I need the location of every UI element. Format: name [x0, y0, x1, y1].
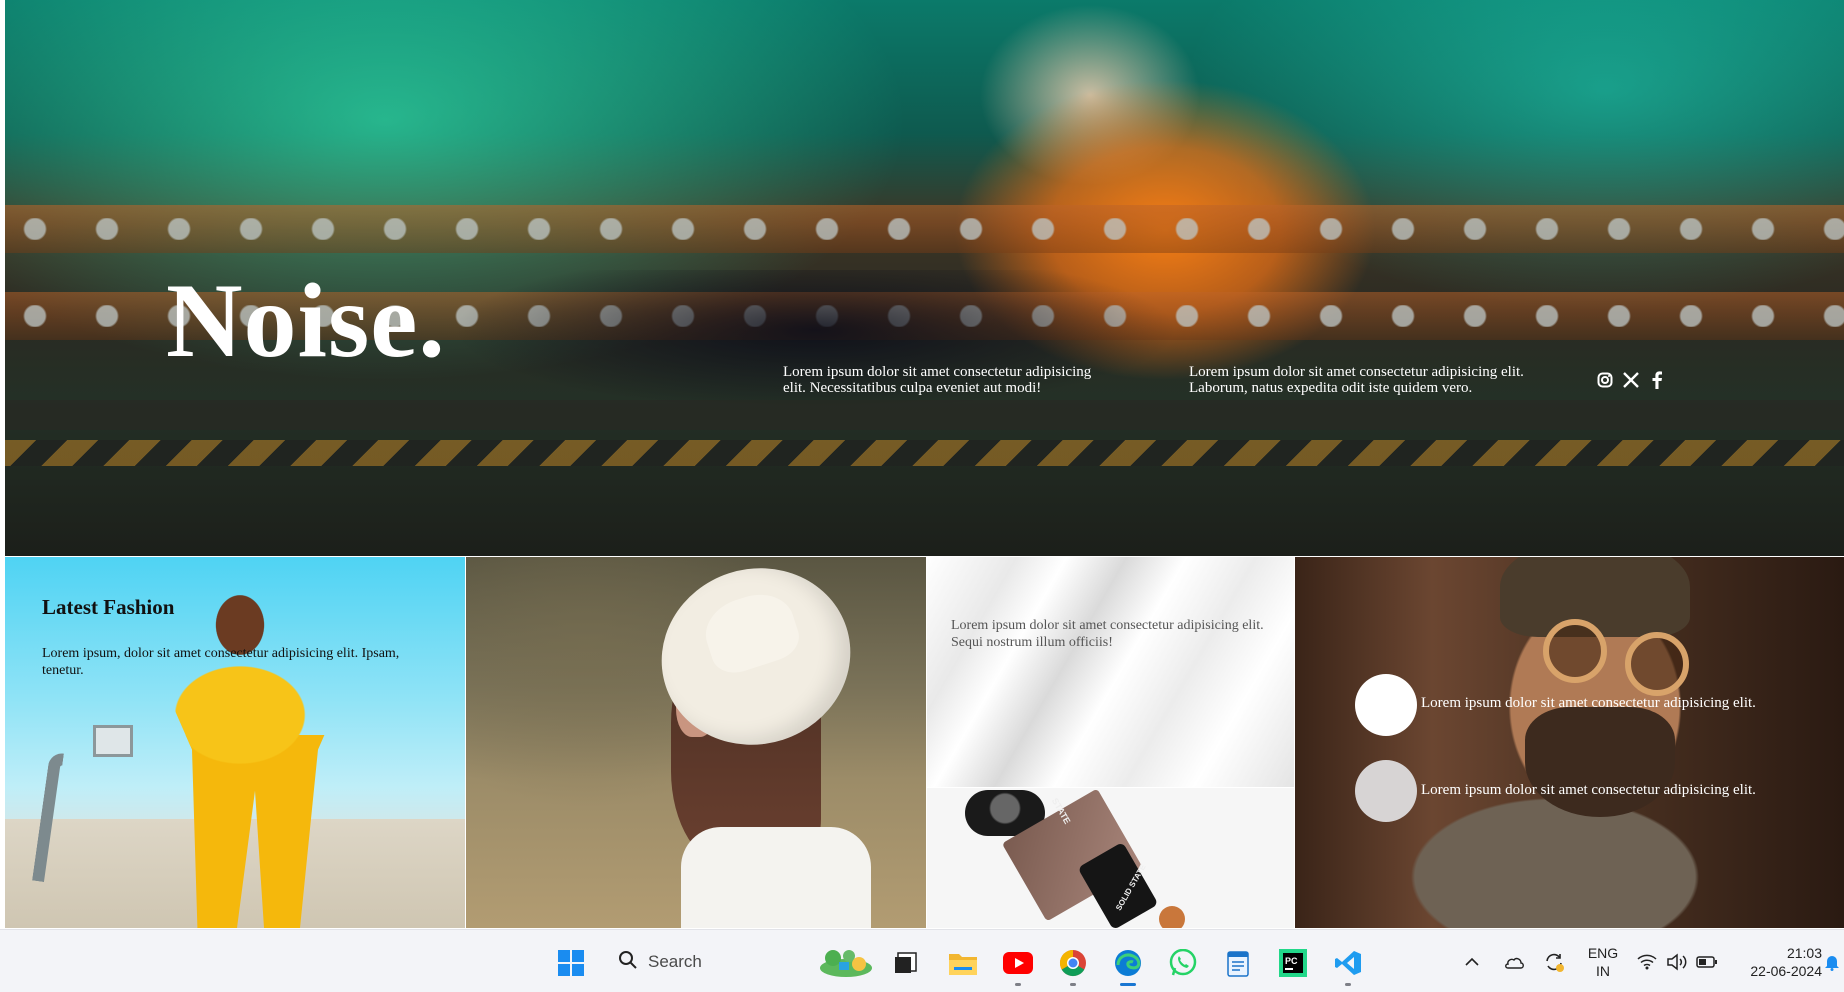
hero-bg-band: [5, 400, 1844, 430]
task-view-icon[interactable]: [891, 948, 921, 978]
file-explorer-icon[interactable]: [948, 948, 978, 978]
app-running-indicator: [1345, 983, 1351, 986]
feature-circle[interactable]: [1355, 674, 1417, 736]
product-tile[interactable]: STATE SOLID STATE: [927, 788, 1294, 928]
youtube-icon[interactable]: [1003, 948, 1033, 986]
fashion-tile[interactable]: Latest Fashion Lorem ipsum, dolor sit am…: [5, 557, 465, 928]
region-code: IN: [1596, 963, 1610, 979]
silk-tile[interactable]: Lorem ipsum dolor sit amet consectetur a…: [927, 557, 1294, 787]
facebook-icon[interactable]: [1647, 370, 1667, 390]
clock-time: 21:03: [1786, 945, 1822, 961]
pycharm-icon[interactable]: PC: [1278, 948, 1308, 978]
fashion-title: Latest Fashion: [42, 595, 175, 619]
app-active-indicator: [1120, 983, 1136, 986]
hero-bg-stripes: [5, 440, 1844, 466]
hat-woman-tile[interactable]: [466, 557, 926, 928]
sunglasses-man-tile[interactable]: Lorem ipsum dolor sit amet consectetur a…: [1295, 557, 1844, 928]
x-icon[interactable]: [1621, 370, 1641, 390]
clock-date: 22-06-2024: [1750, 963, 1822, 979]
feature-circle[interactable]: [1355, 760, 1417, 822]
widgets-icon[interactable]: [818, 948, 874, 978]
hero-text-1: Lorem ipsum dolor sit amet consectetur a…: [783, 364, 1092, 396]
wifi-icon[interactable]: [1634, 930, 1660, 992]
notification-bell-icon[interactable]: [1822, 930, 1842, 992]
svg-text:PC: PC: [1285, 956, 1298, 966]
white-shirt: [681, 827, 871, 928]
app-running-indicator: [1070, 983, 1076, 986]
language-code: ENG: [1587, 945, 1619, 961]
beanie-image: [1500, 557, 1690, 637]
brand-logo[interactable]: Noise.: [166, 268, 446, 374]
notepad-icon[interactable]: [1223, 948, 1253, 978]
app-running-indicator: [1015, 983, 1021, 986]
social-links: [1595, 370, 1667, 390]
feature-text-1: Lorem ipsum dolor sit amet consectetur a…: [1421, 695, 1756, 711]
whatsapp-icon[interactable]: [1168, 948, 1198, 978]
watch-image: [1159, 906, 1185, 928]
beard: [1525, 707, 1675, 817]
search-placeholder: Search: [648, 952, 702, 971]
hero-text-2: Lorem ipsum dolor sit amet consectetur a…: [1189, 364, 1524, 396]
hero-bg-lights: [5, 218, 1844, 240]
sunglasses-left-lens: [1543, 619, 1607, 683]
chevron-up-icon[interactable]: [1460, 930, 1484, 992]
fashion-text: Lorem ipsum, dolor sit amet consectetur …: [42, 646, 400, 678]
windows-start-icon[interactable]: [556, 948, 586, 978]
onedrive-icon[interactable]: [1500, 930, 1528, 992]
hero-banner: Noise. Lorem ipsum dolor sit amet consec…: [5, 0, 1844, 556]
instagram-icon[interactable]: [1595, 370, 1615, 390]
search-icon: [618, 950, 638, 975]
edge-icon[interactable]: [1113, 948, 1143, 986]
feature-text-2: Lorem ipsum dolor sit amet consectetur a…: [1421, 782, 1756, 798]
basketball-hoop-board: [93, 725, 133, 757]
chrome-icon[interactable]: [1058, 948, 1088, 986]
windows-taskbar: Search PC ENG IN 21:03 22-06-2024: [0, 929, 1844, 992]
taskbar-clock[interactable]: 21:03 22-06-2024: [1722, 944, 1822, 980]
battery-icon[interactable]: [1694, 930, 1720, 992]
language-indicator[interactable]: ENG IN: [1585, 944, 1621, 980]
silk-text: Lorem ipsum dolor sit amet consectetur a…: [951, 618, 1264, 650]
vscode-icon[interactable]: [1333, 948, 1363, 986]
volume-icon[interactable]: [1664, 930, 1690, 992]
sunglasses-right-lens: [1625, 632, 1689, 696]
sync-icon[interactable]: [1540, 930, 1568, 992]
